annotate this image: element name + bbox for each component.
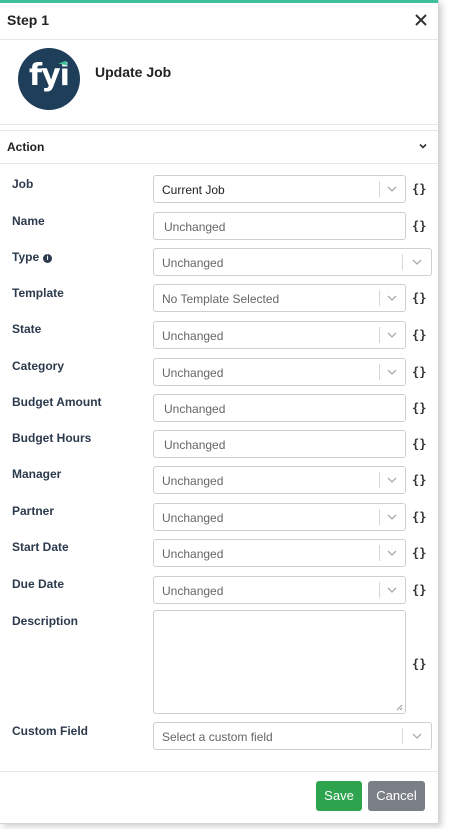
job-select[interactable]: Current Job bbox=[153, 175, 406, 203]
variable-icon[interactable]: {} bbox=[412, 473, 426, 487]
partner-label: Partner bbox=[12, 504, 55, 518]
job-label: Job bbox=[12, 177, 34, 191]
type-label-text: Type bbox=[12, 250, 40, 264]
chevron-down-icon bbox=[387, 186, 397, 192]
chevron-down-icon bbox=[387, 587, 397, 593]
due-date-label: Due Date bbox=[12, 577, 65, 591]
variable-icon[interactable]: {} bbox=[412, 219, 426, 233]
job-value: Current Job bbox=[162, 183, 225, 197]
state-select[interactable]: Unchanged bbox=[153, 321, 406, 349]
select-separator bbox=[379, 364, 380, 380]
step-title: Step 1 bbox=[7, 12, 50, 28]
info-icon[interactable]: i bbox=[43, 254, 53, 263]
chevron-down-icon bbox=[387, 550, 397, 556]
custom-field-select[interactable]: Select a custom field bbox=[153, 722, 432, 750]
chevron-down-icon bbox=[412, 259, 422, 265]
description-textarea[interactable] bbox=[153, 610, 406, 714]
due-date-select[interactable]: Unchanged bbox=[153, 576, 406, 604]
start-date-select[interactable]: Unchanged bbox=[153, 539, 406, 567]
chevron-down-icon bbox=[387, 369, 397, 375]
fyi-logo: fyi bbox=[18, 48, 80, 110]
section-label: Action bbox=[7, 140, 45, 154]
name-input[interactable]: Unchanged bbox=[153, 212, 406, 240]
chevron-down-icon[interactable] bbox=[417, 140, 429, 152]
custom-field-value: Select a custom field bbox=[162, 730, 273, 744]
variable-icon[interactable]: {} bbox=[412, 328, 426, 342]
budget-amount-label: Budget Amount bbox=[12, 395, 102, 409]
custom-field-label: Custom Field bbox=[12, 724, 89, 738]
budget-hours-placeholder: Unchanged bbox=[164, 438, 226, 452]
select-separator bbox=[379, 545, 380, 561]
budget-hours-input[interactable]: Unchanged bbox=[153, 430, 406, 458]
manager-label: Manager bbox=[12, 467, 62, 481]
select-separator bbox=[379, 327, 380, 343]
select-separator bbox=[402, 728, 403, 744]
manager-value: Unchanged bbox=[162, 474, 224, 488]
variable-icon[interactable]: {} bbox=[412, 437, 426, 451]
variable-icon[interactable]: {} bbox=[412, 365, 426, 379]
save-button[interactable]: Save bbox=[316, 781, 362, 811]
dialog-header: Step 1 bbox=[0, 3, 438, 40]
select-separator bbox=[379, 290, 380, 306]
variable-icon[interactable]: {} bbox=[412, 291, 426, 305]
start-date-label: Start Date bbox=[12, 540, 69, 554]
step-dialog: Step 1 fyi Update Job Action Job Current… bbox=[0, 0, 439, 824]
action-title: Update Job bbox=[95, 64, 172, 80]
select-separator bbox=[379, 509, 380, 525]
chevron-down-icon bbox=[387, 477, 397, 483]
chevron-down-icon bbox=[412, 733, 422, 739]
template-select[interactable]: No Template Selected bbox=[153, 284, 406, 312]
budget-amount-placeholder: Unchanged bbox=[164, 402, 226, 416]
budget-amount-input[interactable]: Unchanged bbox=[153, 394, 406, 422]
variable-icon[interactable]: {} bbox=[412, 657, 426, 671]
name-placeholder: Unchanged bbox=[164, 220, 226, 234]
partner-value: Unchanged bbox=[162, 511, 224, 525]
name-label: Name bbox=[12, 214, 45, 228]
due-date-value: Unchanged bbox=[162, 584, 224, 598]
dialog-footer: Save Cancel bbox=[0, 771, 438, 824]
select-separator bbox=[379, 472, 380, 488]
chevron-down-icon bbox=[387, 332, 397, 338]
type-select[interactable]: Unchanged bbox=[153, 248, 432, 276]
chevron-down-icon bbox=[387, 295, 397, 301]
variable-icon[interactable]: {} bbox=[412, 182, 426, 196]
select-separator bbox=[402, 254, 403, 270]
state-value: Unchanged bbox=[162, 329, 224, 343]
type-label: Type i bbox=[12, 250, 53, 264]
category-select[interactable]: Unchanged bbox=[153, 358, 406, 386]
chevron-down-icon bbox=[387, 514, 397, 520]
category-label: Category bbox=[12, 359, 65, 373]
action-header: fyi Update Job bbox=[0, 40, 438, 125]
select-separator bbox=[379, 181, 380, 197]
variable-icon[interactable]: {} bbox=[412, 401, 426, 415]
start-date-value: Unchanged bbox=[162, 547, 224, 561]
type-value: Unchanged bbox=[162, 256, 224, 270]
variable-icon[interactable]: {} bbox=[412, 510, 426, 524]
cancel-button[interactable]: Cancel bbox=[368, 781, 425, 811]
action-section-header[interactable]: Action bbox=[0, 130, 438, 164]
variable-icon[interactable]: {} bbox=[412, 583, 426, 597]
budget-hours-label: Budget Hours bbox=[12, 431, 92, 445]
select-separator bbox=[379, 582, 380, 598]
template-label: Template bbox=[12, 286, 64, 300]
template-value: No Template Selected bbox=[162, 292, 280, 306]
logo-text: fyi bbox=[29, 58, 70, 93]
description-label: Description bbox=[12, 614, 79, 628]
category-value: Unchanged bbox=[162, 366, 224, 380]
close-icon[interactable] bbox=[409, 8, 433, 32]
resize-handle-icon[interactable] bbox=[396, 704, 403, 711]
state-label: State bbox=[12, 322, 42, 336]
variable-icon[interactable]: {} bbox=[412, 546, 426, 560]
manager-select[interactable]: Unchanged bbox=[153, 466, 406, 494]
partner-select[interactable]: Unchanged bbox=[153, 503, 406, 531]
